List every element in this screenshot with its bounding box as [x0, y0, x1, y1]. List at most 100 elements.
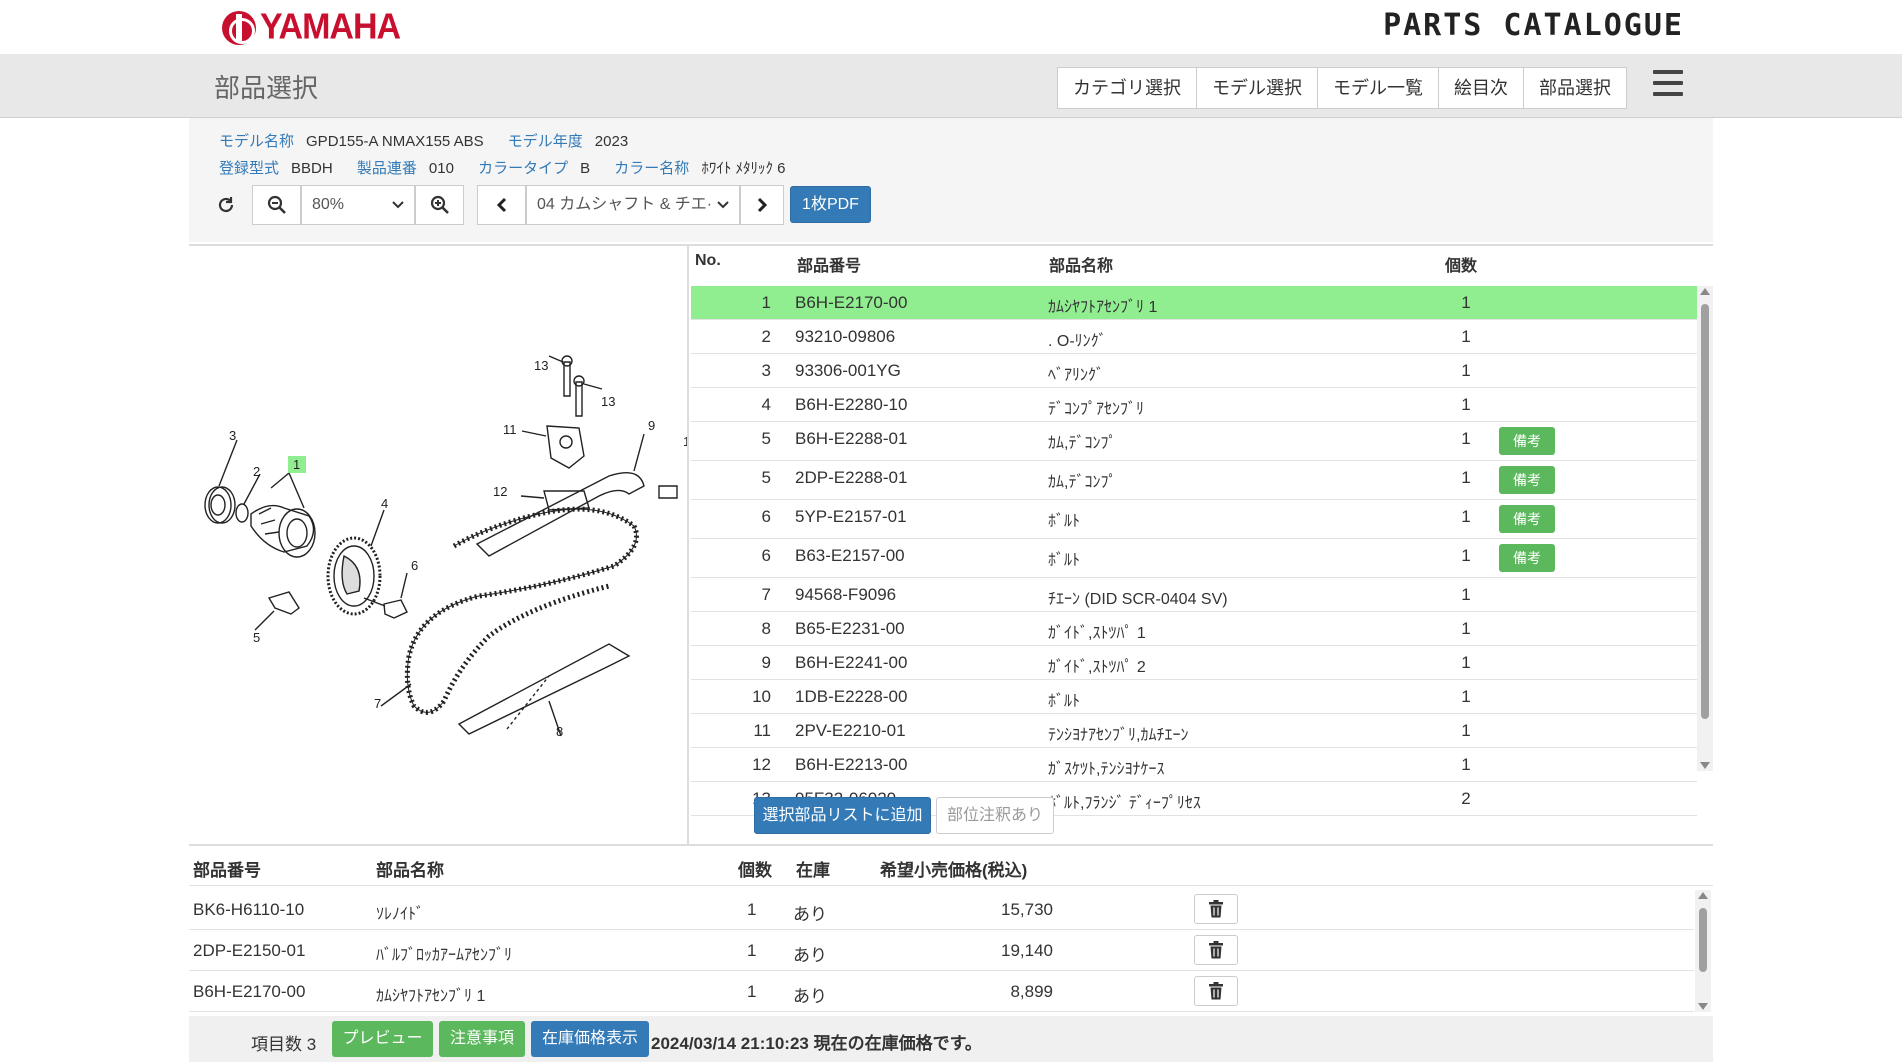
trash-icon [1209, 900, 1223, 918]
table-row[interactable]: 6 B63-E2157-00 ﾎﾞﾙﾄ 1 備考 [691, 539, 1697, 578]
single-pdf-button[interactable]: 1枚PDF [790, 186, 871, 223]
table-row[interactable]: 9 B6H-E2241-00 ｶﾞｲﾄﾞ,ｽﾄﾂﾊﾟ 2 1 [691, 646, 1697, 680]
row-part-no: B63-E2157-00 [795, 546, 905, 565]
parts-catalogue-logo: PARTS CATALOGUE [1383, 8, 1684, 43]
table-row[interactable]: 2 93210-09806 . O-ﾘﾝｸﾞ 1 [691, 320, 1697, 354]
table-row[interactable]: 11 2PV-E2210-01 ﾃﾝｼﾖﾅｱｾﾝﾌﾞﾘ,ｶﾑﾁｴｰﾝ 1 [691, 714, 1697, 748]
row-qty: 2 [1461, 789, 1471, 808]
part-note-button[interactable]: 部位注釈あり [936, 797, 1054, 834]
tab-part-select[interactable]: 部品選択 [1524, 68, 1626, 108]
row-no: 6 [761, 507, 771, 526]
tab-model-select[interactable]: モデル選択 [1197, 68, 1318, 108]
table-row[interactable]: 3 93306-001YG ﾍﾞｱﾘﾝｸﾞ 1 [691, 354, 1697, 388]
row-part-name: ｶﾞｽｹﾂﾄ,ﾃﾝｼﾖﾅｹｰｽ [1048, 761, 1165, 778]
hamburger-menu-icon[interactable] [1653, 70, 1683, 100]
note-button[interactable]: 備考 [1499, 544, 1555, 572]
note-button[interactable]: 備考 [1499, 505, 1555, 533]
table-row[interactable]: 4 B6H-E2280-10 ﾃﾞｺﾝﾌﾟｱｾﾝﾌﾞﾘ 1 [691, 388, 1697, 422]
row-no: 5 [761, 429, 771, 448]
scroll-up-icon[interactable] [1698, 892, 1708, 899]
row-part-no: 93306-001YG [795, 361, 901, 380]
zoom-in-button[interactable] [415, 185, 464, 225]
tab-picture-index[interactable]: 絵目次 [1439, 68, 1524, 108]
parts-scrollbar[interactable] [1697, 286, 1713, 771]
row-part-no: B6H-E2213-00 [795, 755, 908, 774]
preview-button[interactable]: プレビュー [332, 1021, 433, 1057]
row-no: 9 [761, 653, 771, 672]
row-qty: 1 [1461, 585, 1471, 604]
sel-col-stock: 在庫 [796, 861, 830, 880]
scroll-down-icon[interactable] [1700, 762, 1710, 769]
row-part-no: 5YP-E2157-01 [795, 507, 907, 526]
sel-part-no: B6H-E2170-00 [193, 982, 306, 1001]
row-qty: 1 [1461, 507, 1471, 526]
trash-icon [1209, 941, 1223, 959]
zoom-out-button[interactable] [252, 185, 301, 225]
zoom-select[interactable]: 80% [301, 185, 415, 225]
table-row[interactable]: 5 B6H-E2288-01 ｶﾑ,ﾃﾞｺﾝﾌﾟ 1 備考 [691, 422, 1697, 461]
row-part-name: ｶﾞｲﾄﾞ,ｽﾄﾂﾊﾟ 1 [1048, 625, 1146, 642]
exploded-diagram-image: 3 2 1 4 5 6 7 8 9 11 12 13 13 1 [204, 355, 687, 739]
row-qty: 1 [1461, 429, 1471, 448]
diagram-label[interactable]: 1 [293, 457, 300, 472]
nav-tabs: カテゴリ選択 モデル選択 モデル一覧 絵目次 部品選択 [1057, 67, 1627, 109]
scroll-thumb[interactable] [1701, 304, 1709, 719]
row-part-name: ﾎﾞﾙﾄ [1048, 552, 1081, 569]
scroll-up-icon[interactable] [1700, 288, 1710, 295]
row-part-name: ｶﾞｲﾄﾞ,ｽﾄﾂﾊﾟ 2 [1048, 659, 1146, 676]
scroll-down-icon[interactable] [1698, 1003, 1708, 1010]
table-row[interactable]: 7 94568-F9096 ﾁｴｰﾝ (DID SCR-0404 SV) 1 [691, 578, 1697, 612]
row-part-no: B6H-E2170-00 [795, 293, 908, 312]
model-info-row-1: モデル名称 GPD155-A NMAX155 ABS モデル年度 2023 [219, 130, 648, 151]
diagram-label: 5 [253, 630, 260, 645]
sel-qty: 1 [747, 900, 757, 919]
figure-select[interactable]: 04 カムシャフト & チエ· [526, 185, 740, 225]
table-row[interactable]: 12 B6H-E2213-00 ｶﾞｽｹﾂﾄ,ﾃﾝｼﾖﾅｹｰｽ 1 [691, 748, 1697, 782]
next-figure-button[interactable] [740, 185, 784, 225]
tuning-fork-icon [222, 10, 256, 45]
parts-table-body[interactable]: 1 B6H-E2170-00 ｶﾑｼﾔﾌﾄｱｾﾝﾌﾞﾘ 1 1 2 93210-09806… [691, 286, 1699, 832]
color-type-label: カラータイプ [478, 160, 569, 177]
stock-price-button[interactable]: 在庫価格表示 [531, 1021, 649, 1057]
row-part-no: 2PV-E2210-01 [795, 721, 906, 740]
row-no: 1 [761, 293, 771, 312]
add-to-selected-list-button[interactable]: 選択部品リストに追加 [754, 797, 931, 834]
parts-table: No. 部品番号 部品名称 個数 1 B6H-E2170-00 ｶﾑｼﾔﾌﾄｱｾﾝﾌ… [689, 244, 1713, 844]
row-part-no: 1DB-E2228-00 [795, 687, 908, 706]
delete-button[interactable] [1194, 894, 1238, 924]
row-part-name: ﾍﾞｱﾘﾝｸﾞ [1048, 367, 1105, 384]
table-row[interactable]: 6 5YP-E2157-01 ﾎﾞﾙﾄ 1 備考 [691, 500, 1697, 539]
row-qty: 1 [1461, 395, 1471, 414]
row-no: 12 [752, 755, 771, 774]
row-qty: 1 [1461, 619, 1471, 638]
row-part-name: ｶﾑ,ﾃﾞｺﾝﾌﾟ [1048, 474, 1117, 491]
delete-button[interactable] [1194, 976, 1238, 1006]
refresh-button[interactable] [206, 185, 246, 225]
prev-figure-button[interactable] [477, 185, 526, 225]
selected-scrollbar[interactable] [1695, 890, 1711, 1012]
scroll-thumb[interactable] [1699, 908, 1707, 972]
selected-row: 2DP-E2150-01 ﾊﾞﾙﾌﾞﾛｯｶｱｰﾑｱｾﾝﾌﾞﾘ 1 あり 19,140 [189, 930, 1694, 971]
note-button[interactable]: 備考 [1499, 466, 1555, 494]
parts-diagram[interactable]: 3 2 1 4 5 6 7 8 9 11 12 13 13 1 [189, 244, 689, 844]
row-part-name: ﾎﾞﾙﾄ [1048, 693, 1081, 710]
sel-col-name: 部品名称 [376, 861, 444, 880]
chevron-down-icon [392, 201, 404, 209]
row-no: 11 [753, 721, 771, 740]
table-row[interactable]: 8 B65-E2231-00 ｶﾞｲﾄﾞ,ｽﾄﾂﾊﾟ 1 1 [691, 612, 1697, 646]
model-name-label: モデル名称 [219, 133, 295, 150]
tab-model-list[interactable]: モデル一覧 [1318, 68, 1439, 108]
type-value: BBDH [291, 160, 333, 177]
table-row[interactable]: 5 2DP-E2288-01 ｶﾑ,ﾃﾞｺﾝﾌﾟ 1 備考 [691, 461, 1697, 500]
row-part-name: ﾁｴｰﾝ (DID SCR-0404 SV) [1048, 591, 1228, 608]
note-button[interactable]: 備考 [1499, 427, 1555, 455]
table-row[interactable]: 10 1DB-E2228-00 ﾎﾞﾙﾄ 1 [691, 680, 1697, 714]
row-part-name: ﾃﾞｺﾝﾌﾟｱｾﾝﾌﾞﾘ [1048, 401, 1145, 418]
table-row[interactable]: 1 B6H-E2170-00 ｶﾑｼﾔﾌﾄｱｾﾝﾌﾞﾘ 1 1 [691, 286, 1697, 320]
color-name-value: ﾎﾜｲﾄ ﾒﾀﾘｯｸ 6 [701, 160, 786, 177]
row-no: 7 [761, 585, 771, 604]
delete-button[interactable] [1194, 935, 1238, 965]
tab-category-select[interactable]: カテゴリ選択 [1058, 68, 1197, 108]
notes-button[interactable]: 注意事項 [439, 1021, 525, 1057]
yamaha-logo[interactable]: YAMAHA [222, 7, 401, 47]
